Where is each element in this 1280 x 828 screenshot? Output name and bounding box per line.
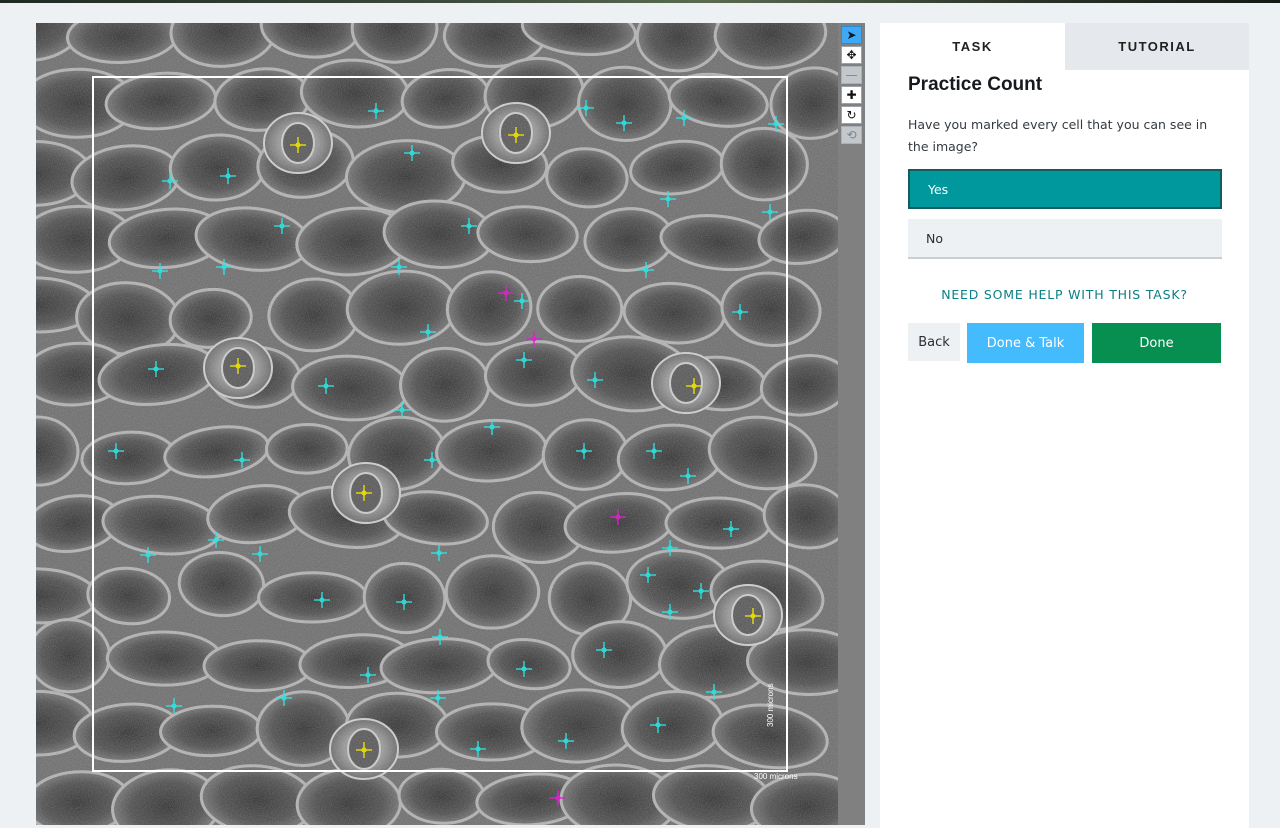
top-banner-strip — [0, 0, 1280, 3]
reset-tool[interactable]: ⟲ — [841, 126, 862, 144]
task-question: Have you marked every cell that you can … — [908, 117, 1208, 154]
image-toolbar: ➤ ✥ — ✚ ↻ ⟲ — [838, 23, 865, 825]
task-panel: TASK TUTORIAL Practice Count Have you ma… — [880, 23, 1249, 828]
answer-no-option[interactable]: No — [908, 219, 1222, 259]
zoom-in-tool[interactable]: ✚ — [841, 86, 862, 104]
leaf-micrograph-image[interactable] — [36, 23, 838, 825]
panel-tabs: TASK TUTORIAL — [880, 23, 1249, 70]
tab-tutorial[interactable]: TUTORIAL — [1065, 23, 1249, 70]
rotate-icon: ↻ — [846, 108, 857, 122]
minus-icon: — — [845, 68, 858, 82]
move-icon: ✥ — [846, 48, 857, 62]
answer-yes-option[interactable]: Yes — [908, 169, 1222, 209]
back-button[interactable]: Back — [908, 323, 960, 361]
answer-no-label: No — [926, 230, 943, 246]
tab-task[interactable]: TASK — [880, 23, 1065, 70]
refresh-icon: ⟲ — [846, 128, 857, 142]
plus-icon: ✚ — [846, 88, 857, 102]
help-link[interactable]: NEED SOME HELP WITH THIS TASK? — [880, 287, 1249, 302]
scale-bar-label: 300 microns — [754, 772, 798, 781]
done-and-talk-button[interactable]: Done & Talk — [967, 323, 1084, 363]
scale-bar-label-vertical: 300 microns — [766, 683, 775, 727]
pan-tool[interactable]: ✥ — [841, 46, 862, 64]
done-button[interactable]: Done — [1092, 323, 1221, 363]
rotate-tool[interactable]: ↻ — [841, 106, 862, 124]
answer-yes-label: Yes — [928, 181, 949, 197]
subject-image-viewer[interactable]: 300 microns 300 microns — [36, 23, 838, 825]
task-title: Practice Count — [908, 74, 1043, 95]
zoom-out-tool[interactable]: — — [841, 66, 862, 84]
pointer-tool[interactable]: ➤ — [841, 26, 862, 44]
arrow-pointer-icon: ➤ — [846, 28, 857, 42]
